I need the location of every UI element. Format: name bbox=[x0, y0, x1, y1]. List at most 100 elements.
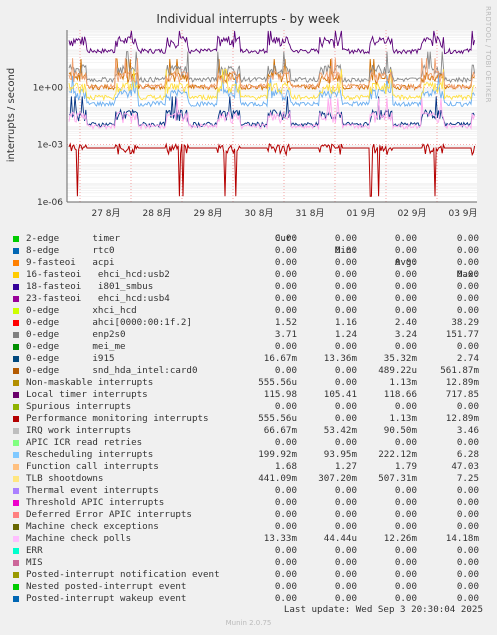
legend-swatch bbox=[13, 572, 19, 578]
legend-min: 0.00 bbox=[334, 413, 357, 424]
legend-max: 0.00 bbox=[456, 581, 479, 592]
legend-avg: 0.00 bbox=[394, 437, 417, 448]
legend-avg: 0.00 bbox=[394, 497, 417, 508]
legend-cur: 0.00 bbox=[274, 341, 297, 352]
legend-min: 44.44u bbox=[323, 533, 357, 544]
legend-row: 0-edge ahci[0000:00:1f.2] 1.52 1.16 2.40 38.… bbox=[13, 317, 493, 329]
legend-min: 0.00 bbox=[334, 377, 357, 388]
legend-cur: 0.00 bbox=[274, 365, 297, 376]
munin-version: Munin 2.0.75 bbox=[225, 619, 272, 627]
x-tick-label: 28 8月 bbox=[142, 208, 171, 219]
legend-avg: 35.32m bbox=[383, 353, 417, 364]
legend-avg: 0.00 bbox=[394, 281, 417, 292]
legend-table: Cur: Min: Avg: Max: 2-edge timer 0.00 0.00… bbox=[13, 221, 493, 605]
legend-cur: 0.00 bbox=[274, 569, 297, 580]
legend-cur: 0.00 bbox=[274, 281, 297, 292]
legend-row: Local timer interrupts 115.98 105.41 118.66… bbox=[13, 389, 493, 401]
legend-cur: 0.00 bbox=[274, 245, 297, 256]
legend-avg: 0.00 bbox=[394, 257, 417, 268]
legend-min: 0.00 bbox=[334, 437, 357, 448]
legend-max: 38.29 bbox=[451, 317, 479, 328]
legend-cur: 0.00 bbox=[274, 557, 297, 568]
legend-cur: 0.00 bbox=[274, 497, 297, 508]
x-tick-label: 27 8月 bbox=[91, 208, 120, 219]
legend-swatch bbox=[13, 296, 19, 302]
legend-swatch bbox=[13, 512, 19, 518]
legend-row: Machine check polls 13.33m 44.44u 12.26m 14.… bbox=[13, 533, 493, 545]
legend-swatch bbox=[13, 464, 19, 470]
legend-max: 0.00 bbox=[456, 269, 479, 280]
legend-min: 1.24 bbox=[334, 329, 357, 340]
legend-swatch bbox=[13, 392, 19, 398]
legend-label: ERR bbox=[26, 545, 43, 556]
legend-avg: 1.13m bbox=[389, 413, 417, 424]
legend-cur: 115.98 bbox=[263, 389, 297, 400]
legend-max: 7.25 bbox=[456, 473, 479, 484]
y-tick-label: 1e+00 bbox=[33, 83, 64, 93]
legend-avg: 507.31m bbox=[378, 473, 417, 484]
legend-min: 53.42m bbox=[323, 425, 357, 436]
legend-label: 2-edge timer bbox=[26, 233, 121, 244]
legend-swatch bbox=[13, 560, 19, 566]
legend-max: 717.85 bbox=[445, 389, 479, 400]
legend-cur: 199.92m bbox=[258, 449, 297, 460]
legend-max: 0.00 bbox=[456, 245, 479, 256]
legend-cur: 0.00 bbox=[274, 581, 297, 592]
legend-label: 0-edge ahci[0000:00:1f.2] bbox=[26, 317, 192, 328]
legend-avg: 1.79 bbox=[394, 461, 417, 472]
legend-row: 2-edge timer 0.00 0.00 0.00 0.00 bbox=[13, 233, 493, 245]
legend-min: 0.00 bbox=[334, 485, 357, 496]
legend-max: 0.00 bbox=[456, 341, 479, 352]
legend-swatch bbox=[13, 248, 19, 254]
legend-row: Function call interrupts 1.68 1.27 1.79 47.0… bbox=[13, 461, 493, 473]
legend-cur: 16.67m bbox=[263, 353, 297, 364]
legend-swatch bbox=[13, 320, 19, 326]
x-tick-label: 02 9月 bbox=[397, 208, 426, 219]
legend-label: Function call interrupts bbox=[26, 461, 159, 472]
legend-cur: 0.00 bbox=[274, 545, 297, 556]
legend-cur: 1.68 bbox=[274, 461, 297, 472]
chart-title: Individual interrupts - by week bbox=[156, 12, 339, 26]
legend-label: Posted-interrupt notification event bbox=[26, 569, 220, 580]
legend-row: Threshold APIC interrupts 0.00 0.00 0.00 0.0… bbox=[13, 497, 493, 509]
legend-cur: 0.00 bbox=[274, 269, 297, 280]
legend-max: 12.89m bbox=[445, 377, 479, 388]
legend-row: 16-fasteoi ehci_hcd:usb2 0.00 0.00 0.00 0.00 bbox=[13, 269, 493, 281]
legend-min: 13.36m bbox=[323, 353, 357, 364]
x-tick-label: 31 8月 bbox=[295, 208, 324, 219]
legend-min: 0.00 bbox=[334, 365, 357, 376]
legend-swatch bbox=[13, 428, 19, 434]
legend-label: Nested posted-interrupt event bbox=[26, 581, 187, 592]
legend-min: 1.27 bbox=[334, 461, 357, 472]
legend-row: APIC ICR read retries 0.00 0.00 0.00 0.00 bbox=[13, 437, 493, 449]
legend-cur: 66.67m bbox=[263, 425, 297, 436]
legend-cur: 0.00 bbox=[274, 233, 297, 244]
legend-swatch bbox=[13, 452, 19, 458]
legend-swatch bbox=[13, 236, 19, 242]
legend-min: 0.00 bbox=[334, 305, 357, 316]
y-axis-label: interrupts / second bbox=[6, 68, 17, 162]
legend-max: 0.00 bbox=[456, 569, 479, 580]
legend-max: 14.18m bbox=[445, 533, 479, 544]
legend-row: IRQ work interrupts 66.67m 53.42m 90.50m 3.4… bbox=[13, 425, 493, 437]
legend-avg: 0.00 bbox=[394, 401, 417, 412]
legend-swatch bbox=[13, 488, 19, 494]
legend-avg: 0.00 bbox=[394, 569, 417, 580]
legend-cur: 0.00 bbox=[274, 293, 297, 304]
legend-label: Machine check polls bbox=[26, 533, 132, 544]
legend-cur: 1.52 bbox=[274, 317, 297, 328]
legend-swatch bbox=[13, 416, 19, 422]
legend-label: 0-edge xhci_hcd bbox=[26, 305, 137, 316]
legend-min: 93.95m bbox=[323, 449, 357, 460]
legend-swatch bbox=[13, 404, 19, 410]
x-tick-label: 30 8月 bbox=[244, 208, 273, 219]
legend-swatch bbox=[13, 380, 19, 386]
legend-min: 0.00 bbox=[334, 233, 357, 244]
legend-min: 0.00 bbox=[334, 509, 357, 520]
legend-avg: 1.13m bbox=[389, 377, 417, 388]
legend-label: 8-edge rtc0 bbox=[26, 245, 115, 256]
legend-cur: 0.00 bbox=[274, 401, 297, 412]
legend-cur: 13.33m bbox=[263, 533, 297, 544]
legend-min: 0.00 bbox=[334, 341, 357, 352]
legend-swatch bbox=[13, 368, 19, 374]
